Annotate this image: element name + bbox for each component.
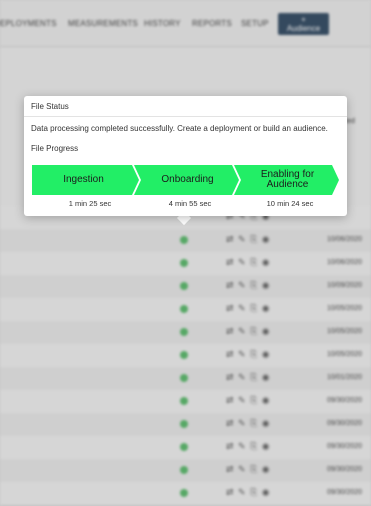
status-success-icon[interactable]: [180, 466, 188, 474]
step-enabling-time: 10 min 24 sec: [266, 199, 314, 208]
table-row[interactable]: ⇄ ✎ ⎘ ◉ 09/30/2020: [0, 413, 371, 437]
row-actions[interactable]: ⇄ ✎ ⎘ ◉: [226, 418, 271, 429]
status-success-icon[interactable]: [180, 374, 188, 382]
row-date: 10/01/2020: [327, 374, 363, 381]
row-date: 10/06/2020: [327, 236, 363, 243]
status-success-icon[interactable]: [180, 351, 188, 359]
row-date: 10/05/2020: [327, 305, 363, 312]
table-row[interactable]: ⇄ ✎ ⎘ ◉ 10/05/2020: [0, 344, 371, 368]
step-ingestion-time: 1 min 25 sec: [68, 199, 112, 208]
status-success-icon[interactable]: [180, 236, 188, 244]
row-date: 09/30/2020: [327, 397, 363, 404]
step-enabling-for-audience: Enabling for Audience: [245, 165, 330, 195]
status-success-icon[interactable]: [180, 328, 188, 336]
table-row[interactable]: ⇄ ✎ ⎘ ◉ 10/05/2020: [0, 321, 371, 345]
step-ingestion: Ingestion: [32, 165, 135, 195]
table-row[interactable]: ⇄ ✎ ⎘ ◉ 09/30/2020: [0, 436, 371, 460]
row-actions[interactable]: ⇄ ✎ ⎘ ◉: [226, 280, 271, 291]
row-actions[interactable]: ⇄ ✎ ⎘ ◉: [226, 349, 271, 360]
nav-setup[interactable]: SETUP: [241, 19, 269, 28]
popover-divider: [24, 116, 347, 117]
status-success-icon[interactable]: [180, 397, 188, 405]
row-actions[interactable]: ⇄ ✎ ⎘ ◉: [226, 395, 271, 406]
row-actions[interactable]: ⇄ ✎ ⎘ ◉: [226, 303, 271, 314]
nav-deployments[interactable]: DEPLOYMENTS: [0, 19, 57, 28]
row-actions[interactable]: ⇄ ✎ ⎘ ◉: [226, 487, 271, 498]
row-actions[interactable]: ⇄ ✎ ⎘ ◉: [226, 372, 271, 383]
status-success-icon[interactable]: [180, 282, 188, 290]
nav-measurements[interactable]: MEASUREMENTS: [68, 19, 138, 28]
row-actions[interactable]: ⇄ ✎ ⎘ ◉: [226, 326, 271, 337]
row-date: 10/06/2020: [327, 259, 363, 266]
row-actions[interactable]: ⇄ ✎ ⎘ ◉: [226, 441, 271, 452]
step-onboarding: Onboarding: [140, 165, 235, 195]
row-actions[interactable]: ⇄ ✎ ⎘ ◉: [226, 464, 271, 475]
background-app: DEPLOYMENTS MEASUREMENTS HISTORY REPORTS…: [0, 0, 371, 506]
table-row[interactable]: ⇄ ✎ ⎘ ◉ 10/01/2020: [0, 367, 371, 391]
table-row[interactable]: ⇄ ✎ ⎘ ◉ 10/09/2020: [0, 275, 371, 299]
file-progress-label: File Progress: [31, 144, 79, 153]
table-row[interactable]: ⇄ ✎ ⎘ ◉ 09/30/2020: [0, 459, 371, 483]
status-success-icon[interactable]: [180, 259, 188, 267]
step-onboarding-label: Onboarding: [161, 174, 214, 185]
file-status-popover: File Status Data processing completed su…: [24, 96, 347, 216]
row-date: 09/30/2020: [327, 489, 363, 496]
table-row[interactable]: ⇄ ✎ ⎘ ◉ 10/06/2020: [0, 229, 371, 253]
row-actions[interactable]: ⇄ ✎ ⎘ ◉: [226, 234, 271, 245]
row-date: 10/05/2020: [327, 351, 363, 358]
table-row[interactable]: ⇄ ✎ ⎘ ◉ 09/30/2020: [0, 482, 371, 506]
progress-steps: Ingestion Onboarding Enabling for Audien…: [32, 165, 342, 195]
table-row[interactable]: ⇄ ✎ ⎘ ◉ 10/05/2020: [0, 298, 371, 322]
step-enabling-label: Enabling for Audience: [260, 169, 315, 190]
status-success-icon[interactable]: [180, 420, 188, 428]
table-row[interactable]: ⇄ ✎ ⎘ ◉ 09/30/2020: [0, 390, 371, 414]
row-date: 09/30/2020: [327, 466, 363, 473]
status-success-icon[interactable]: [180, 443, 188, 451]
step-ingestion-label: Ingestion: [63, 174, 104, 185]
add-audience-button[interactable]: + Audience: [278, 13, 329, 35]
row-date: 09/30/2020: [327, 443, 363, 450]
status-success-icon[interactable]: [180, 305, 188, 313]
row-date: 09/30/2020: [327, 420, 363, 427]
status-message: Data processing completed successfully. …: [31, 124, 328, 133]
table-row[interactable]: ⇄ ✎ ⎘ ◉ 10/06/2020: [0, 252, 371, 276]
row-date: 10/05/2020: [327, 328, 363, 335]
nav-reports[interactable]: REPORTS: [192, 19, 232, 28]
row-actions[interactable]: ⇄ ✎ ⎘ ◉: [226, 257, 271, 268]
status-success-icon[interactable]: [180, 489, 188, 497]
row-date: 10/09/2020: [327, 282, 363, 289]
nav-history[interactable]: HISTORY: [144, 19, 181, 28]
step-onboarding-time: 4 min 55 sec: [168, 199, 212, 208]
top-nav: DEPLOYMENTS MEASUREMENTS HISTORY REPORTS…: [0, 0, 371, 47]
popover-title: File Status: [31, 102, 69, 111]
